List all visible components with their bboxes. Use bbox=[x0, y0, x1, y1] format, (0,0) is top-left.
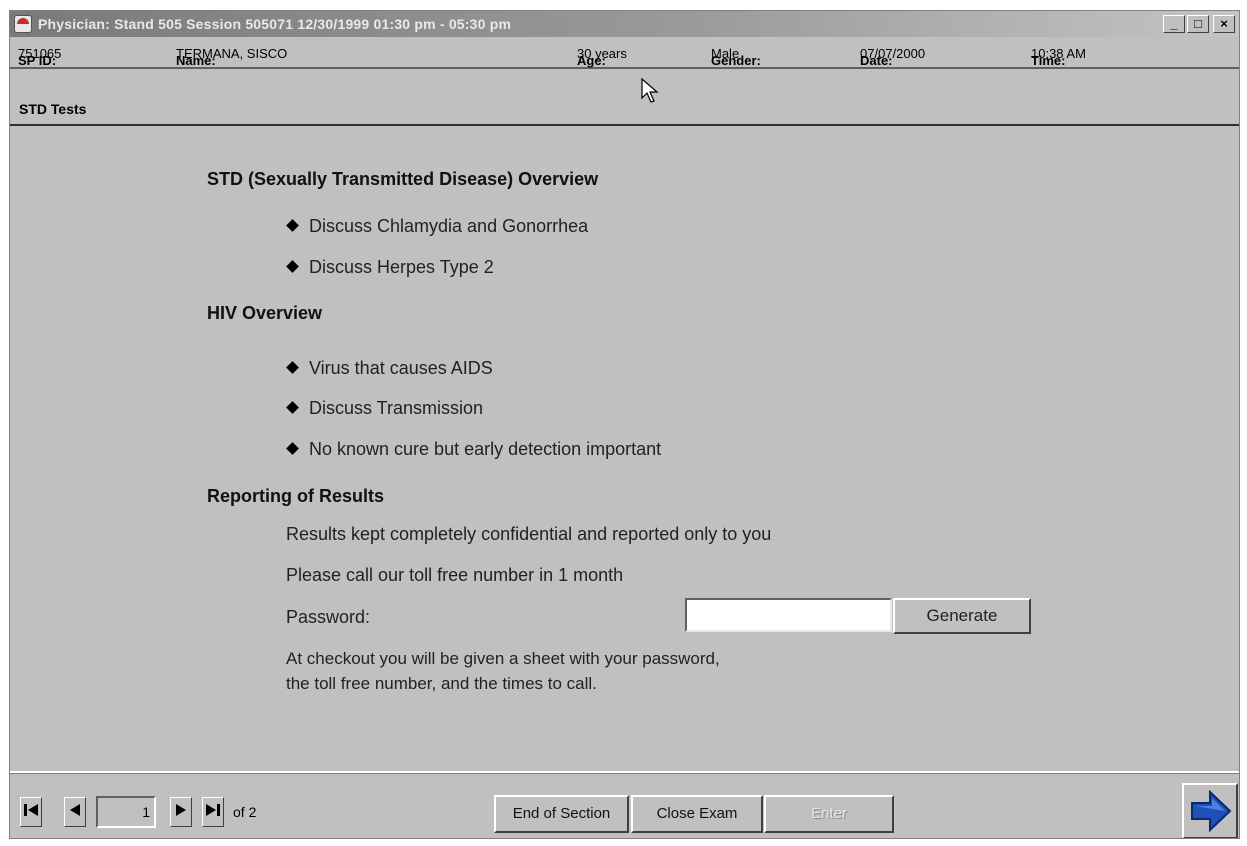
age-field: Age: 30 years bbox=[577, 46, 627, 68]
bullet-icon bbox=[286, 442, 299, 455]
reporting-heading: Reporting of Results bbox=[207, 486, 385, 506]
name-label: Name: bbox=[176, 53, 216, 68]
name-field: Name: TERMANA, SISCO bbox=[176, 46, 287, 68]
hiv-item: No known cure but early detection import… bbox=[286, 439, 662, 460]
last-page-icon bbox=[206, 804, 220, 816]
close-button[interactable]: × bbox=[1213, 15, 1235, 33]
navigation-bar: 1 of 2 End of Section Close Exam Enter bbox=[10, 771, 1239, 838]
section-header: STD Tests bbox=[10, 69, 1239, 126]
std-overview-heading: STD (Sexually Transmitted Disease) Overv… bbox=[207, 169, 599, 189]
sp-id-field: SP ID: 751065 bbox=[18, 46, 61, 68]
patient-info-bar: SP ID: 751065 Name: TERMANA, SISCO Age: … bbox=[10, 39, 1239, 69]
content-area: STD (Sexually Transmitted Disease) Overv… bbox=[10, 126, 1239, 771]
exam-window: Physician: Stand 505 Session 505071 12/3… bbox=[9, 10, 1240, 839]
continue-button[interactable] bbox=[1182, 783, 1238, 838]
sp-id-label: SP ID: bbox=[18, 53, 57, 68]
maximize-button[interactable]: □ bbox=[1187, 15, 1209, 33]
password-input[interactable] bbox=[685, 598, 892, 632]
previous-page-button[interactable] bbox=[64, 797, 86, 827]
age-label: Age: bbox=[577, 53, 606, 68]
std-item-text: Discuss Herpes Type 2 bbox=[309, 257, 494, 277]
close-exam-button[interactable]: Close Exam bbox=[631, 795, 763, 833]
next-page-icon bbox=[176, 804, 186, 816]
section-title: STD Tests bbox=[19, 101, 87, 117]
std-item: Discuss Chlamydia and Gonorrhea bbox=[286, 216, 589, 237]
gender-field: Gender: Male bbox=[711, 46, 761, 68]
next-arrow-icon bbox=[1191, 789, 1232, 833]
time-field: Time: 10:38 AM bbox=[1031, 46, 1086, 68]
page-number-field[interactable]: 1 bbox=[96, 796, 156, 828]
window-controls: _ □ × bbox=[1163, 15, 1235, 33]
generate-button[interactable]: Generate bbox=[893, 598, 1031, 634]
window-title: Physician: Stand 505 Session 505071 12/3… bbox=[38, 16, 512, 32]
time-label: Time: bbox=[1031, 53, 1066, 68]
gender-label: Gender: bbox=[711, 53, 761, 68]
mouse-cursor-icon bbox=[641, 78, 659, 103]
date-field: Date: 07/07/2000 bbox=[860, 46, 925, 68]
reporting-call-text: Please call our toll free number in 1 mo… bbox=[286, 565, 624, 585]
bullet-icon bbox=[286, 361, 299, 374]
checkout-text-line1: At checkout you will be given a sheet wi… bbox=[286, 649, 720, 668]
first-page-icon bbox=[24, 804, 38, 816]
reporting-confidential-text: Results kept completely confidential and… bbox=[286, 524, 772, 544]
hiv-overview-heading: HIV Overview bbox=[207, 303, 323, 323]
app-icon bbox=[14, 15, 32, 33]
std-item-text: Discuss Chlamydia and Gonorrhea bbox=[309, 216, 589, 236]
next-page-button[interactable] bbox=[170, 797, 192, 827]
enter-button[interactable]: Enter bbox=[764, 795, 894, 833]
hiv-item-text: Discuss Transmission bbox=[309, 398, 484, 418]
bullet-icon bbox=[286, 260, 299, 273]
end-of-section-button[interactable]: End of Section bbox=[494, 795, 629, 833]
date-label: Date: bbox=[860, 53, 893, 68]
hiv-item-text: Virus that causes AIDS bbox=[309, 358, 493, 378]
previous-page-icon bbox=[70, 804, 80, 816]
bullet-icon bbox=[286, 219, 299, 232]
first-page-button[interactable] bbox=[20, 797, 42, 827]
password-label: Password: bbox=[286, 607, 371, 627]
hiv-item: Virus that causes AIDS bbox=[286, 358, 493, 379]
hiv-item: Discuss Transmission bbox=[286, 398, 484, 419]
bullet-icon bbox=[286, 401, 299, 414]
page-count: of 2 bbox=[233, 804, 257, 820]
checkout-text-line2: the toll free number, and the times to c… bbox=[286, 674, 597, 693]
last-page-button[interactable] bbox=[202, 797, 224, 827]
std-item: Discuss Herpes Type 2 bbox=[286, 257, 494, 278]
hiv-item-text: No known cure but early detection import… bbox=[309, 439, 662, 459]
minimize-button[interactable]: _ bbox=[1163, 15, 1185, 33]
title-bar[interactable]: Physician: Stand 505 Session 505071 12/3… bbox=[10, 11, 1239, 37]
